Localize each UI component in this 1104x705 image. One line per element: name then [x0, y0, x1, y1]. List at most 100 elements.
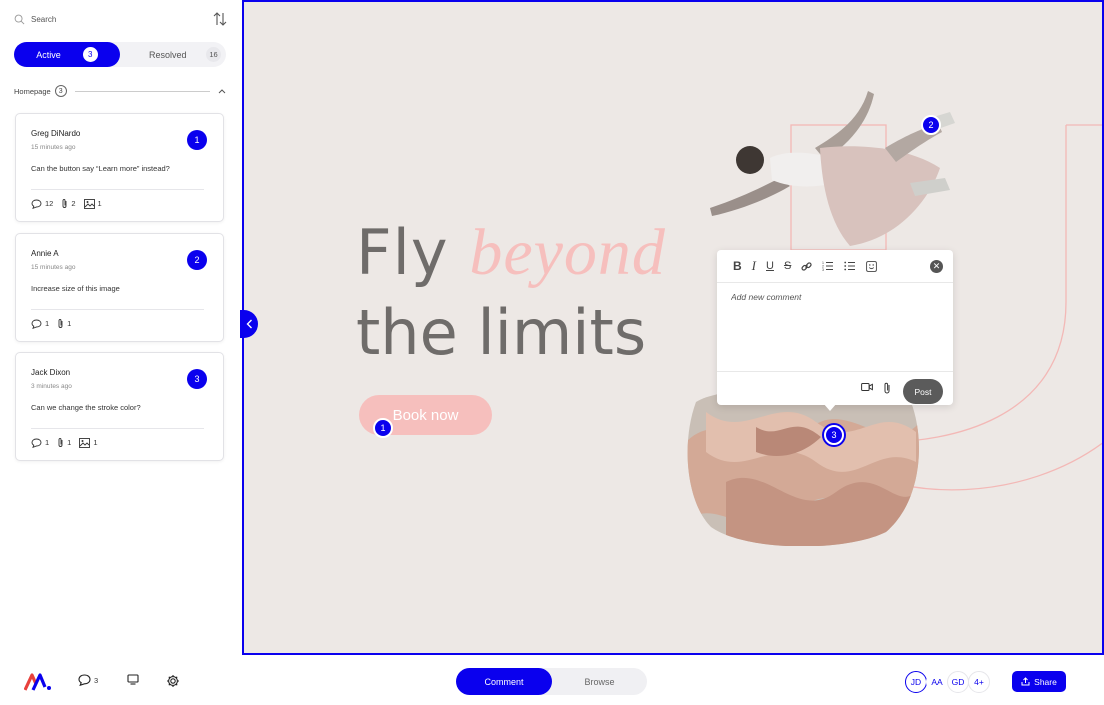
tab-resolved[interactable]: Resolved 16 [134, 42, 226, 67]
attachments-count: 2 [71, 199, 76, 208]
attachments-stat: 1 [57, 437, 71, 448]
image-icon [79, 437, 91, 448]
page-group-header: Homepage 3 [14, 84, 226, 98]
comment-pin-selected[interactable]: 3 [824, 425, 844, 445]
headline-line-1: Fly beyond [356, 220, 666, 286]
design-canvas[interactable]: Fly beyond the limits Book now 1 2 3 B I… [242, 0, 1104, 655]
divider [74, 90, 210, 92]
tab-resolved-label: Resolved [149, 49, 187, 60]
tab-resolved-count: 16 [206, 47, 221, 62]
app-logo [24, 673, 51, 691]
comment-mode-button[interactable]: Comment [456, 668, 552, 695]
avatar-overflow[interactable]: 4+ [968, 671, 990, 693]
bold-icon[interactable]: B [733, 259, 742, 273]
avatar[interactable]: GD [947, 671, 969, 693]
comment-number-badge: 1 [187, 130, 207, 150]
chevron-left-icon [246, 319, 252, 329]
comment-time: 15 minutes ago [31, 264, 76, 271]
comment-textarea[interactable] [731, 292, 941, 362]
comment-time: 15 minutes ago [31, 144, 76, 151]
images-stat: 1 [83, 198, 102, 209]
avatar[interactable]: AA [926, 671, 948, 693]
divider [717, 371, 953, 372]
tab-active-label: Active [36, 49, 61, 60]
page-group-count: 3 [54, 85, 67, 97]
comments-sidebar: Active 3 Resolved 16 Homepage 3 Greg DiN… [0, 0, 240, 655]
search-icon [14, 14, 25, 24]
comment-author: Annie A [31, 249, 59, 258]
attachments-stat: 1 [57, 318, 71, 329]
popup-pointer [823, 403, 837, 411]
avatar[interactable]: JD [905, 671, 927, 693]
comment-pin[interactable]: 1 [373, 418, 393, 438]
link-icon[interactable] [801, 261, 812, 272]
strikethrough-icon[interactable]: S [784, 260, 791, 272]
share-button[interactable]: Share [1012, 671, 1066, 692]
new-comment-popup: B I U S 123 ✕ Post [717, 250, 953, 411]
bottom-toolbar: 3 Comment Browse JD AA GD 4+ Share [0, 657, 1104, 705]
comment-card[interactable]: Greg DiNardo 15 minutes ago Can the butt… [15, 113, 224, 222]
comment-pin[interactable]: 2 [921, 115, 941, 135]
replies-stat: 1 [31, 438, 49, 448]
images-count: 1 [97, 199, 102, 208]
headline-accent-word: beyond [469, 216, 666, 289]
headline-line-2: the limits [356, 296, 647, 369]
numbered-list-icon[interactable]: 123 [822, 261, 834, 271]
paperclip-icon [58, 438, 63, 447]
bullet-list-icon[interactable] [844, 261, 856, 271]
emoji-icon[interactable] [866, 260, 878, 272]
close-icon[interactable]: ✕ [930, 260, 943, 273]
underline-icon[interactable]: U [766, 260, 774, 272]
tab-active[interactable]: Active 3 [14, 42, 120, 67]
comment-card[interactable]: Annie A 15 minutes ago Increase size of … [15, 233, 224, 342]
comment-time: 3 minutes ago [31, 383, 72, 390]
status-toggle: Active 3 Resolved 16 [14, 42, 226, 67]
flowing-fabric-image [687, 387, 919, 546]
image-icon [83, 198, 95, 209]
search-bar[interactable] [14, 10, 204, 28]
images-count: 1 [93, 438, 98, 447]
replies-count: 1 [45, 319, 50, 328]
post-button[interactable]: Post [903, 379, 943, 404]
comment-text: Increase size of this image [31, 284, 120, 293]
italic-icon[interactable]: I [752, 258, 756, 274]
device-preview-button[interactable] [127, 674, 139, 685]
comments-count: 3 [94, 675, 99, 685]
comment-card[interactable]: Jack Dixon 3 minutes ago Can we change t… [15, 352, 224, 461]
attachments-stat: 2 [61, 198, 76, 209]
svg-text:3: 3 [822, 268, 824, 271]
chevron-up-icon[interactable] [218, 88, 226, 94]
divider [31, 309, 204, 310]
mode-toggle: Comment Browse [456, 668, 647, 695]
comment-number-badge: 2 [187, 250, 207, 270]
speech-bubble-icon [31, 199, 42, 209]
divider [31, 428, 204, 429]
comment-number-badge: 3 [187, 369, 207, 389]
sort-icon[interactable] [212, 10, 228, 28]
attachments-count: 1 [67, 319, 72, 328]
speech-bubble-icon [31, 319, 42, 329]
video-icon[interactable] [861, 382, 873, 392]
images-stat: 1 [79, 437, 98, 448]
browse-mode-button[interactable]: Browse [552, 668, 647, 695]
settings-button[interactable] [166, 674, 180, 688]
speech-bubble-icon [31, 438, 42, 448]
page-group-label: Homepage [14, 86, 51, 96]
paperclip-icon[interactable] [883, 382, 891, 394]
comment-text: Can we change the stroke color? [31, 403, 141, 412]
paperclip-icon [62, 199, 67, 208]
replies-count: 12 [45, 199, 54, 208]
replies-stat: 1 [31, 319, 49, 329]
search-input[interactable] [31, 14, 181, 24]
headline-word: Fly [356, 216, 449, 289]
comment-author: Greg DiNardo [31, 129, 81, 138]
formatting-toolbar: B I U S 123 [717, 250, 953, 283]
comments-toggle[interactable]: 3 [78, 674, 98, 686]
replies-stat: 12 [31, 199, 53, 209]
comment-stats: 1 1 [31, 318, 71, 329]
comment-author: Jack Dixon [31, 368, 71, 377]
share-label: Share [1034, 676, 1057, 687]
comment-text: Can the button say “Learn more” instead? [31, 164, 170, 173]
speech-bubble-icon [78, 674, 91, 686]
replies-count: 1 [45, 438, 50, 447]
